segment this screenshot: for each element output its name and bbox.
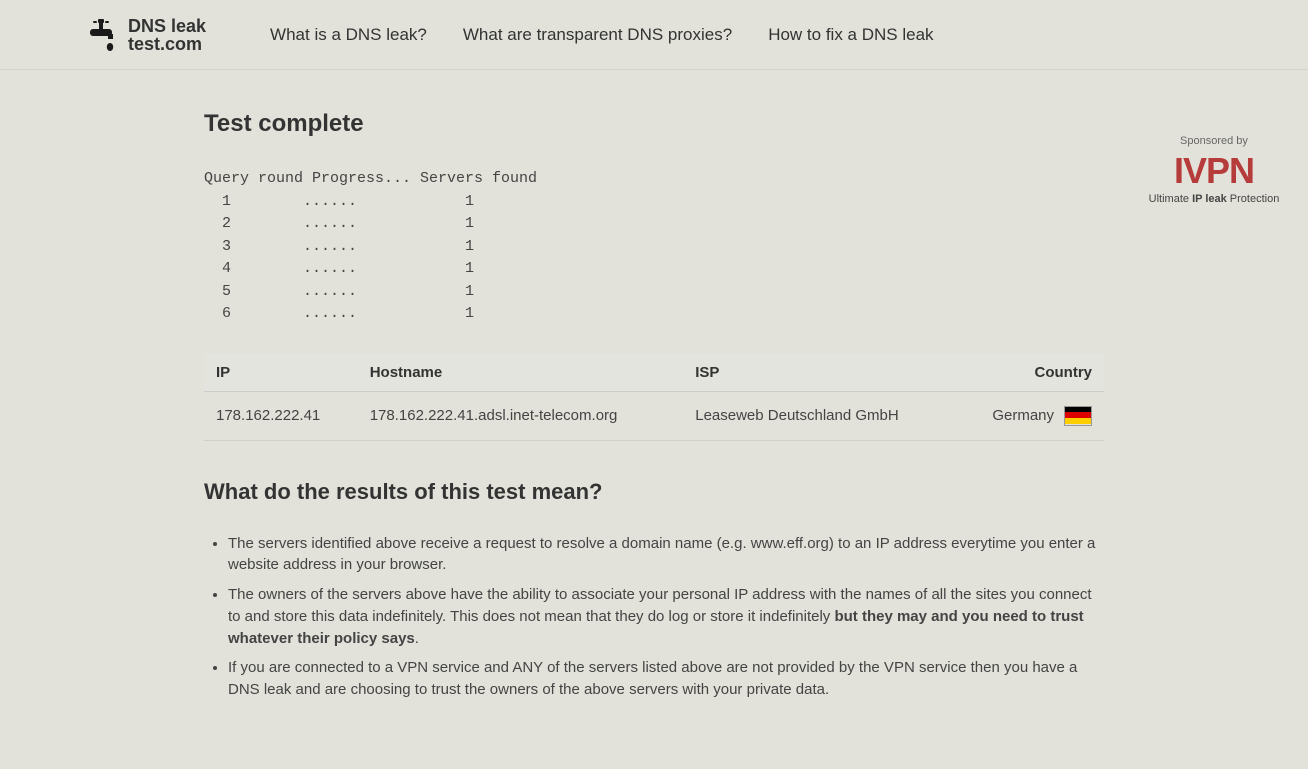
- col-hostname: Hostname: [358, 354, 684, 392]
- country-name: Germany: [992, 406, 1054, 423]
- page-title: Test complete: [204, 110, 1104, 138]
- flag-icon: [1064, 406, 1092, 426]
- list-item: If you are connected to a VPN service an…: [228, 657, 1104, 701]
- bullet-pre: If you are connected to a VPN service an…: [228, 659, 1077, 698]
- faucet-icon: [84, 17, 120, 53]
- logo-line-2: test.com: [128, 35, 206, 53]
- logo[interactable]: DNS leak test.com: [84, 17, 206, 53]
- list-item: The owners of the servers above have the…: [228, 584, 1104, 649]
- cell-isp: Leaseweb Deutschland GmbH: [683, 391, 956, 440]
- list-item: The servers identified above receive a r…: [228, 533, 1104, 577]
- nav-link-1[interactable]: What are transparent DNS proxies?: [463, 25, 732, 45]
- bullet-pre: The servers identified above receive a r…: [228, 535, 1095, 574]
- cell-country: Germany: [956, 391, 1104, 440]
- sponsor-tag-pre: Ultimate: [1149, 193, 1192, 205]
- col-isp: ISP: [683, 354, 956, 392]
- query-progress-block: Query round Progress... Servers found 1 …: [204, 168, 1104, 326]
- nav-link-0[interactable]: What is a DNS leak?: [270, 25, 427, 45]
- col-country: Country: [956, 354, 1104, 392]
- logo-line-1: DNS leak: [128, 17, 206, 35]
- explain-list: The servers identified above receive a r…: [204, 533, 1104, 701]
- results-header-row: IP Hostname ISP Country: [204, 354, 1104, 392]
- cell-hostname: 178.162.222.41.adsl.inet-telecom.org: [358, 391, 684, 440]
- nav-link-2[interactable]: How to fix a DNS leak: [768, 25, 933, 45]
- sponsor-logo: IVPN: [1134, 153, 1294, 189]
- sponsor-tag-post: Protection: [1227, 193, 1280, 205]
- table-row: 178.162.222.41178.162.222.41.adsl.inet-t…: [204, 391, 1104, 440]
- sponsor-tag-bold: IP leak: [1192, 193, 1227, 205]
- sponsor-box[interactable]: Sponsored by IVPN Ultimate IP leak Prote…: [1134, 135, 1294, 205]
- cell-ip: 178.162.222.41: [204, 391, 358, 440]
- top-nav: DNS leak test.com What is a DNS leak?Wha…: [0, 0, 1308, 70]
- sponsor-tagline: Ultimate IP leak Protection: [1134, 193, 1294, 205]
- main-nav: What is a DNS leak? What are transparent …: [270, 25, 933, 45]
- explain-title: What do the results of this test mean?: [204, 479, 1104, 505]
- results-table: IP Hostname ISP Country 178.162.222.4117…: [204, 354, 1104, 441]
- col-ip: IP: [204, 354, 358, 392]
- sponsor-label: Sponsored by: [1134, 135, 1294, 147]
- logo-text: DNS leak test.com: [128, 17, 206, 53]
- bullet-post: .: [415, 630, 419, 647]
